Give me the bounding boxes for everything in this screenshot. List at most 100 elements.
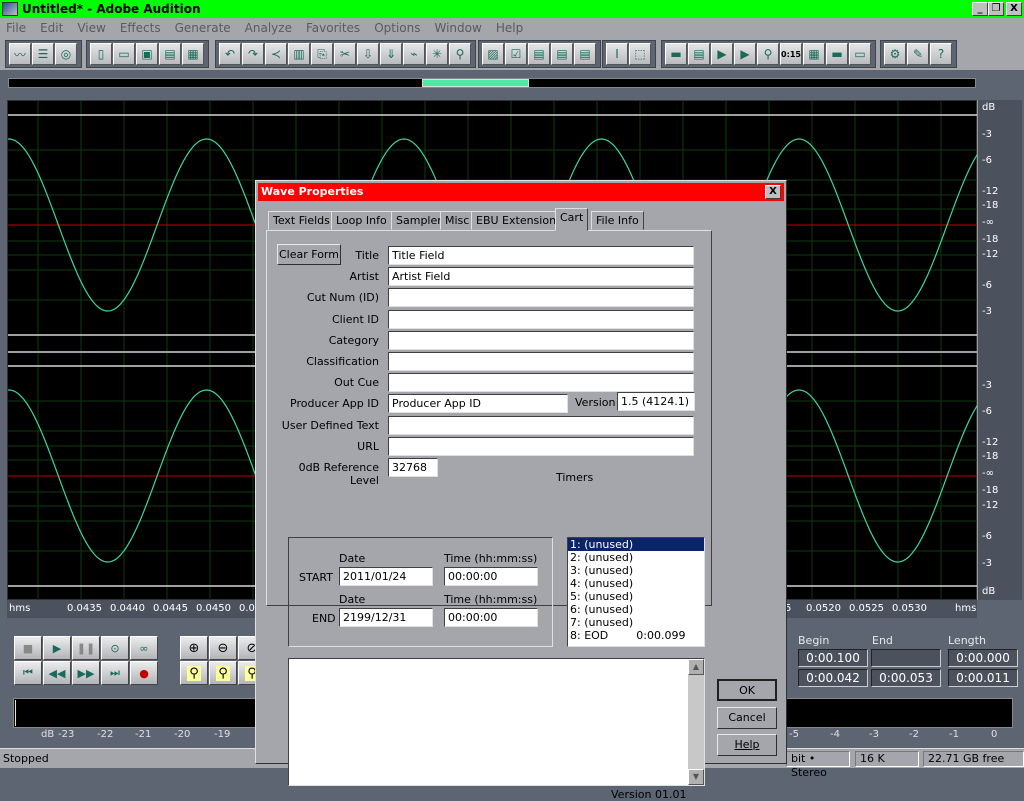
cut-button[interactable]: ✂	[334, 43, 356, 65]
fast-forward-button[interactable]: ▶▶	[72, 661, 100, 685]
save-button[interactable]: ▣	[136, 43, 158, 65]
timer-item[interactable]: 7: (unused)	[568, 616, 704, 629]
menu-generate[interactable]: Generate	[175, 21, 231, 35]
tab-sampler[interactable]: Sampler	[391, 211, 447, 230]
frequency-analysis-button[interactable]: ▤	[688, 43, 710, 65]
timer-item[interactable]: 1: (unused)	[568, 538, 704, 551]
sel-end-field[interactable]	[871, 649, 941, 667]
redo-button[interactable]: ↷	[242, 43, 264, 65]
edit-view-button[interactable]: 〰	[9, 43, 31, 65]
play-to-end-button[interactable]: ⊙	[101, 636, 129, 660]
tab-text-fields[interactable]: Text Fields	[268, 211, 335, 230]
time-display-button[interactable]: 0:15	[780, 43, 802, 65]
timers-list[interactable]: 1: (unused) 2: (unused) 3: (unused) 4: (unu…	[567, 537, 705, 647]
time-selection-tool-button[interactable]: I	[606, 43, 628, 65]
cd-view-button[interactable]: ◎	[55, 43, 77, 65]
paste-button[interactable]: ⇩	[357, 43, 379, 65]
client-id-field[interactable]	[388, 309, 694, 329]
options-button[interactable]: ☑	[505, 43, 527, 65]
end-time-field[interactable]: 00:00:00	[444, 608, 538, 627]
start-time-field[interactable]: 00:00:00	[444, 567, 538, 586]
menu-analyze[interactable]: Analyze	[245, 21, 292, 35]
view-length-field[interactable]: 0:00.011	[948, 669, 1018, 687]
artist-field[interactable]: Artist Field	[388, 267, 694, 287]
url-field[interactable]	[388, 436, 694, 456]
timer-item[interactable]: 4: (unused)	[568, 577, 704, 590]
classification-field[interactable]	[388, 352, 694, 371]
dialog-close-button[interactable]: X	[765, 185, 781, 199]
right-channel-button[interactable]: ▤	[551, 43, 573, 65]
go-to-end-button[interactable]: ⏭	[101, 661, 129, 685]
timer-item[interactable]: 3: (unused)	[568, 564, 704, 577]
view-begin-field[interactable]: 0:00.042	[798, 669, 868, 687]
menu-help[interactable]: Help	[496, 21, 523, 35]
mix-paste-button[interactable]: ▥	[288, 43, 310, 65]
restore-button[interactable]: ❐	[988, 2, 1004, 16]
play-button[interactable]: ▶	[43, 636, 71, 660]
menu-edit[interactable]: Edit	[40, 21, 63, 35]
out-cue-field[interactable]	[388, 373, 694, 393]
stop-button[interactable]: ■	[14, 636, 42, 660]
zoom-to-selection-button[interactable]: ⚲	[449, 43, 471, 65]
new-file-button[interactable]: ▯	[90, 43, 112, 65]
help-button[interactable]: ?	[930, 43, 952, 65]
scroll-up-icon[interactable]: ▲	[688, 659, 704, 675]
cut-num-id-field[interactable]	[388, 288, 694, 308]
timer-item[interactable]: 6: (unused)	[568, 603, 704, 616]
transport-button[interactable]: ▶	[734, 43, 756, 65]
copy-button[interactable]: ⎘	[311, 43, 333, 65]
marquee-tool-button[interactable]: ⬚	[629, 43, 651, 65]
both-channels-button[interactable]: ▤	[574, 43, 596, 65]
zoom-to-selection-button[interactable]: ⚲	[180, 661, 208, 685]
settings-button[interactable]: ⚙	[884, 43, 906, 65]
left-channel-button[interactable]: ▤	[528, 43, 550, 65]
timer-item[interactable]: 2: (unused)	[568, 551, 704, 564]
mark-button[interactable]: ✳	[426, 43, 448, 65]
cancel-button[interactable]: Cancel	[717, 707, 777, 729]
overview-bar[interactable]	[8, 78, 976, 88]
level-meter-button[interactable]: ▬	[826, 43, 848, 65]
tab-ebu-extensions[interactable]: EBU Extensions	[471, 211, 567, 230]
rewind-button[interactable]: ◀◀	[43, 661, 71, 685]
tab-cart[interactable]: Cart	[555, 208, 589, 231]
zoom-in-horizontal-button[interactable]: ⊕	[180, 636, 208, 660]
trim-button[interactable]: ⌁	[403, 43, 425, 65]
open-file-button[interactable]: ▭	[113, 43, 135, 65]
user-defined-text-field[interactable]	[388, 415, 694, 435]
save-all-button[interactable]: ▦	[182, 43, 204, 65]
close-button[interactable]: X	[1006, 2, 1022, 16]
zoom-out-horizontal-button[interactable]: ⊖	[209, 636, 237, 660]
zoom-panel-button[interactable]: ⚲	[757, 43, 779, 65]
minimize-button[interactable]: _	[972, 2, 988, 16]
menu-favorites[interactable]: Favorites	[306, 21, 360, 35]
menu-view[interactable]: View	[77, 21, 105, 35]
sel-length-field[interactable]: 0:00.000	[948, 649, 1018, 667]
notes-scrollbar[interactable]: ▲ ▼	[688, 659, 704, 785]
tab-loop-info[interactable]: Loop Info	[331, 211, 392, 230]
record-button[interactable]: ●	[130, 661, 158, 685]
playlist-button[interactable]: ▶	[711, 43, 733, 65]
spectral-view-button[interactable]: ▨	[482, 43, 504, 65]
view-end-field[interactable]: 0:00.053	[871, 669, 941, 687]
save-selection-button[interactable]: ▤	[159, 43, 181, 65]
overview-visible-range[interactable]	[422, 79, 529, 87]
zoom-left-button[interactable]: ⚲	[209, 661, 237, 685]
producer-app-id-field[interactable]: Producer App ID	[388, 394, 568, 414]
menu-options[interactable]: Options	[374, 21, 420, 35]
menu-window[interactable]: Window	[435, 21, 482, 35]
go-to-beginning-button[interactable]: ⏮	[14, 661, 42, 685]
help-button[interactable]: Help	[717, 734, 777, 756]
effects-rack-button[interactable]: ▬	[665, 43, 687, 65]
tab-file-info[interactable]: File Info	[591, 211, 644, 230]
end-date-field[interactable]: 2199/12/31	[339, 608, 433, 627]
multitrack-view-button[interactable]: ☰	[32, 43, 54, 65]
pause-button[interactable]: ❚❚	[72, 636, 100, 660]
start-date-field[interactable]: 2011/01/24	[339, 567, 433, 586]
tab-misc[interactable]: Misc	[440, 211, 475, 230]
selection-view-button[interactable]: ▦	[803, 43, 825, 65]
loop-button[interactable]: ∞	[130, 636, 158, 660]
status-bar-button[interactable]: ▭	[849, 43, 871, 65]
category-field[interactable]	[388, 330, 694, 350]
0db-reference-level-field[interactable]: 32768	[388, 458, 438, 477]
timer-item[interactable]: 5: (unused)	[568, 590, 704, 603]
